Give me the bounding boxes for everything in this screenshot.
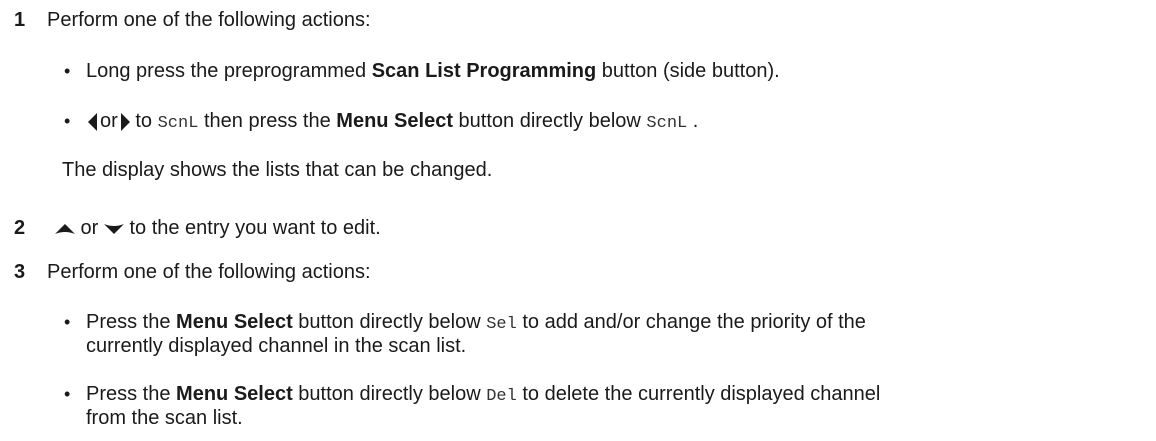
display-code: Del [486, 387, 517, 406]
step-text: Perform one of the following actions: [47, 9, 371, 31]
bullet-text: Press the [86, 311, 177, 333]
step-number: 3 [14, 261, 26, 283]
step-number: 2 [14, 217, 26, 239]
display-code: Sel [486, 315, 517, 334]
bullet-text: Long press the preprogrammed [86, 60, 372, 82]
or-text: or [75, 217, 104, 239]
bullet-marker: • [64, 61, 71, 81]
step-3: 3 Perform one of the following actions: [14, 260, 371, 284]
step-number: 1 [14, 9, 26, 31]
step-text: to the entry you want to edit. [123, 217, 381, 239]
or-text: or [100, 110, 118, 132]
bullet-marker: • [64, 384, 71, 404]
bullet-text: then press the [198, 110, 337, 132]
display-code: ScnL [157, 114, 199, 133]
step-3-bullet-2: Press the Menu Select button directly be… [86, 382, 880, 406]
step-1: 1 Perform one of the following actions: [14, 8, 371, 32]
bold-term: Scan List Programming [371, 60, 597, 82]
bullet-text: Press the [86, 383, 177, 405]
bullet-text: . [687, 110, 699, 132]
bullet-text: button (side button). [596, 60, 780, 82]
step-1-note: The display shows the lists that can be … [62, 159, 493, 181]
display-code: ScnL [646, 114, 688, 133]
bullet-text: to [129, 110, 158, 132]
step-text: Perform one of the following actions: [47, 261, 371, 283]
up-arrow-icon [55, 223, 75, 235]
step-2: 2 or to the entry you want to edit. [14, 216, 381, 240]
left-arrow-icon [88, 112, 98, 131]
step-3-bullet-1: Press the Menu Select button directly be… [86, 310, 866, 334]
bold-term: Menu Select [176, 311, 293, 333]
step-3-bullet-1-continuation: currently displayed channel in the scan … [86, 335, 467, 357]
bullet-text: button directly below [292, 383, 487, 405]
bold-term: Menu Select [336, 110, 453, 132]
bullet-text: to delete the currently displayed channe… [516, 383, 881, 405]
bullet-text: button directly below [292, 311, 487, 333]
bullet-marker: • [64, 111, 71, 131]
bold-term: Menu Select [176, 383, 293, 405]
bullet-text: button directly below [452, 110, 647, 132]
document-page: 1 Perform one of the following actions: •… [0, 0, 1156, 441]
step-1-bullet-1: Long press the preprogrammed Scan List P… [86, 59, 780, 83]
bullet-text: to add and/or change the priority of the [516, 311, 866, 333]
bullet-marker: • [64, 312, 71, 332]
step-1-bullet-2: or to ScnL then press the Menu Select bu… [86, 109, 698, 133]
right-arrow-icon [120, 112, 130, 131]
step-3-bullet-2-continuation: from the scan list. [86, 407, 243, 429]
down-arrow-icon [103, 223, 124, 235]
